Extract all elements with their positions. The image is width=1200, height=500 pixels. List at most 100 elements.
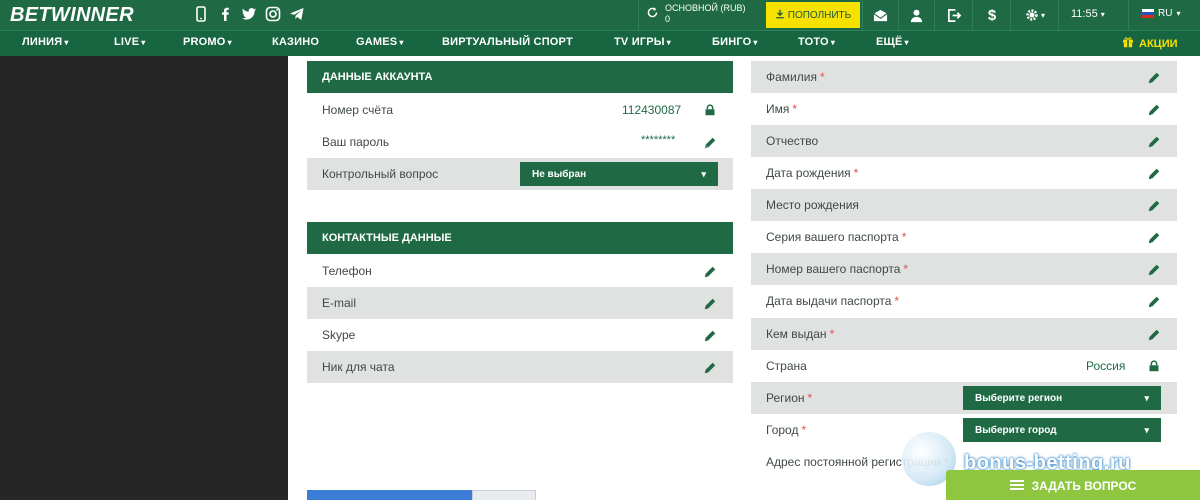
- edit-name-icon[interactable]: [1147, 103, 1161, 117]
- edit-surname-icon[interactable]: [1147, 71, 1161, 85]
- edit-issued-by-icon[interactable]: [1147, 328, 1161, 342]
- save-button[interactable]: [307, 490, 472, 500]
- refresh-icon[interactable]: [646, 6, 659, 22]
- name-row: Имя *: [766, 102, 798, 116]
- chevron-down-icon: ▾: [753, 38, 758, 47]
- chevron-down-icon: ▾: [1144, 392, 1149, 403]
- nav-item-live[interactable]: LIVE ▾: [114, 36, 145, 48]
- nav-item-promotions[interactable]: АКЦИИ: [1122, 36, 1178, 51]
- main-nav: ЛИНИЯ ▾ LIVE ▾ PROMO ▾ КАЗИНО GAMES ▾ ВИРТУА…: [0, 30, 1200, 56]
- russia-flag-icon: [1142, 9, 1154, 18]
- deposit-button[interactable]: ПОПОЛНИТЬ: [766, 2, 860, 28]
- email-label: E-mail: [322, 296, 357, 310]
- facebook-icon[interactable]: [216, 5, 234, 23]
- chevron-down-icon: ▾: [1176, 9, 1181, 18]
- divider: [638, 0, 639, 30]
- gift-icon: [1122, 36, 1134, 51]
- divider: [1010, 0, 1011, 30]
- edit-passport-number-icon[interactable]: [1147, 263, 1161, 277]
- chevron-down-icon: ▾: [904, 38, 909, 47]
- left-panel: [0, 56, 288, 500]
- ask-question-button[interactable]: ЗАДАТЬ ВОПРОС: [946, 470, 1200, 500]
- clock[interactable]: 11:55 ▾: [1071, 8, 1105, 20]
- edit-password-icon[interactable]: [703, 136, 717, 150]
- city-select[interactable]: Выберите город ▾: [963, 418, 1161, 442]
- divider: [862, 0, 863, 30]
- language-selector[interactable]: RU ▾: [1142, 8, 1180, 19]
- edit-chat-nick-icon[interactable]: [703, 361, 717, 375]
- birthplace-row: Место рождения: [751, 189, 1177, 221]
- country-value: Россия: [1086, 359, 1126, 373]
- nav-item-more[interactable]: ЕЩЁ ▾: [876, 36, 909, 48]
- phone-row: Телефон: [307, 255, 733, 287]
- user-icon[interactable]: [907, 7, 925, 23]
- chat-nick-label: Ник для чата: [322, 360, 395, 374]
- account-number-label: Номер счёта: [322, 103, 394, 117]
- security-question-select[interactable]: Не выбран ▾: [520, 162, 718, 186]
- nav-item-line[interactable]: ЛИНИЯ ▾: [22, 36, 69, 48]
- twitter-icon[interactable]: [240, 5, 258, 23]
- divider: [898, 0, 899, 30]
- divider: [972, 0, 973, 30]
- edit-birthdate-icon[interactable]: [1147, 167, 1161, 181]
- mobile-phone-icon[interactable]: [192, 5, 210, 23]
- email-row: E-mail: [307, 287, 733, 319]
- divider: [1128, 0, 1129, 30]
- nav-item-bingo[interactable]: БИНГО ▾: [712, 36, 758, 48]
- divider: [1058, 0, 1059, 30]
- download-icon: [775, 9, 785, 22]
- gear-icon[interactable]: ▾: [1021, 7, 1049, 23]
- balance-value: 0: [665, 14, 671, 24]
- social-links: [192, 5, 306, 23]
- balance-label: ОСНОВНОЙ (RUB): [665, 3, 746, 13]
- skype-label: Skype: [322, 328, 356, 342]
- logout-icon[interactable]: [945, 7, 963, 23]
- nav-item-virtual-sport[interactable]: ВИРТУАЛЬНЫЙ СПОРТ: [442, 36, 573, 48]
- issued-by-row: Кем выдан *: [751, 318, 1177, 350]
- edit-patronymic-icon[interactable]: [1147, 135, 1161, 149]
- birthdate-row: Дата рождения *: [766, 166, 859, 180]
- chevron-down-icon: ▾: [399, 38, 404, 47]
- security-question-label: Контрольный вопрос: [322, 167, 439, 181]
- nav-item-casino[interactable]: КАЗИНО: [272, 36, 319, 48]
- nav-item-tv-games[interactable]: TV ИГРЫ ▾: [614, 36, 671, 48]
- chevron-down-icon: ▾: [1144, 424, 1149, 435]
- account-number-value: 112430087: [622, 103, 682, 117]
- passport-series-row: Серия вашего паспорта *: [766, 230, 907, 244]
- lock-icon: [704, 104, 716, 116]
- dollar-icon[interactable]: $: [983, 7, 1001, 24]
- divider: [934, 0, 935, 30]
- phone-label: Телефон: [322, 264, 372, 278]
- mail-icon[interactable]: [871, 7, 889, 23]
- chevron-down-icon: ▾: [141, 38, 146, 47]
- account-section-header: ДАННЫЕ АККАУНТА: [307, 61, 733, 93]
- balance-widget[interactable]: ОСНОВНОЙ (RUB) 0: [646, 3, 745, 25]
- edit-passport-date-icon[interactable]: [1147, 295, 1161, 309]
- region-select[interactable]: Выберите регион ▾: [963, 386, 1161, 410]
- nav-item-toto[interactable]: ТОТО ▾: [798, 36, 835, 48]
- patronymic-row: Отчество: [751, 125, 1177, 157]
- passport-date-row: Дата выдачи паспорта *: [766, 294, 900, 308]
- edit-phone-icon[interactable]: [703, 265, 717, 279]
- edit-skype-icon[interactable]: [703, 329, 717, 343]
- lock-icon: [1148, 360, 1160, 372]
- chevron-down-icon: ▾: [666, 38, 671, 47]
- password-label: Ваш пароль: [322, 135, 390, 149]
- secondary-button[interactable]: [472, 490, 536, 500]
- chevron-down-icon: ▾: [227, 38, 232, 47]
- telegram-icon[interactable]: [288, 5, 306, 23]
- nav-item-promo[interactable]: PROMO ▾: [183, 36, 232, 48]
- chevron-down-icon: ▾: [1100, 10, 1105, 19]
- password-value: ********: [641, 134, 676, 146]
- instagram-icon[interactable]: [264, 5, 282, 23]
- chat-nick-row: Ник для чата: [307, 351, 733, 383]
- edit-birthplace-icon[interactable]: [1147, 199, 1161, 213]
- edit-email-icon[interactable]: [703, 297, 717, 311]
- edit-passport-series-icon[interactable]: [1147, 231, 1161, 245]
- chevron-down-icon: ▾: [64, 38, 69, 47]
- menu-icon: [1009, 479, 1024, 494]
- skype-row: Skype: [307, 319, 733, 351]
- contacts-section-header: КОНТАКТНЫЕ ДАННЫЕ: [307, 222, 733, 254]
- betwinner-logo[interactable]: BETWINNER: [10, 4, 134, 27]
- nav-item-games[interactable]: GAMES ▾: [356, 36, 404, 48]
